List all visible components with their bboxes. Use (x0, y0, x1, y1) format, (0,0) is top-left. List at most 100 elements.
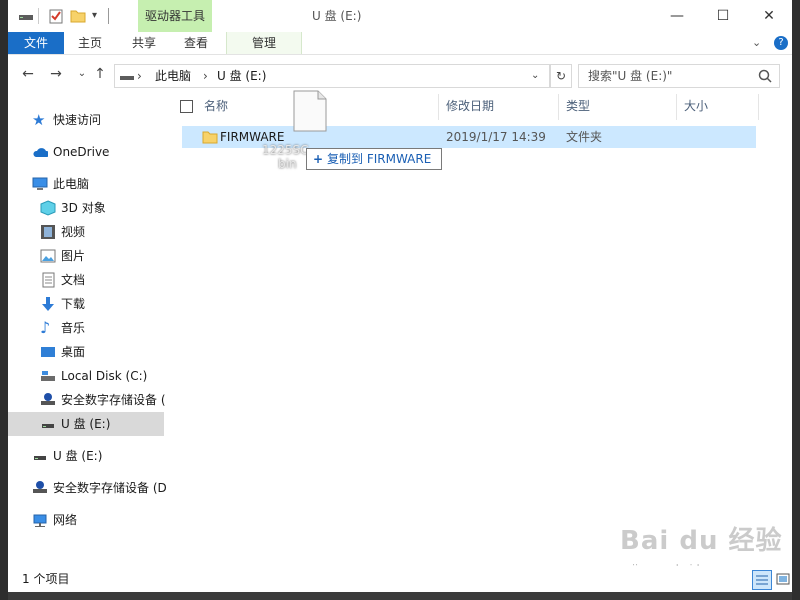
maximize-button[interactable]: ☐ (700, 0, 746, 32)
back-arrow-icon[interactable]: ← (16, 62, 40, 86)
nav-item-usb-drive[interactable]: U 盘 (E:) (8, 444, 164, 468)
download-icon (42, 297, 54, 311)
nav-item-label: 安全数字存储设备 ( (61, 393, 166, 407)
star-icon: ★ (32, 111, 46, 129)
dragged-file-icon (293, 90, 327, 132)
nav-item-label: Local Disk (C:) (61, 369, 148, 383)
address-dropdown-icon[interactable]: ⌄ (531, 65, 539, 87)
desktop-background-left (0, 0, 8, 600)
breadcrumb-usb-drive[interactable]: U 盘 (E:) (217, 65, 266, 87)
drag-tooltip-label: 复制到 FIRMWARE (327, 152, 432, 166)
column-divider[interactable] (558, 94, 559, 120)
nav-item-label: U 盘 (E:) (61, 417, 111, 431)
nav-item-label: OneDrive (53, 145, 110, 159)
nav-item-videos[interactable]: 视频 (8, 220, 164, 244)
nav-item-sd-card-d[interactable]: 安全数字存储设备 (D (8, 476, 167, 500)
dragged-file-name-line2: bin (278, 157, 297, 171)
file-modified: 2019/1/17 14:39 (446, 130, 546, 144)
nav-item-3d-objects[interactable]: 3D 对象 (8, 196, 164, 220)
column-divider[interactable] (758, 94, 759, 120)
quick-access-dropdown-icon[interactable]: ▾ (92, 10, 97, 21)
status-bar: 1 个项目 (8, 566, 792, 592)
drive-icon (19, 15, 33, 20)
search-icon[interactable] (757, 68, 773, 84)
column-divider[interactable] (676, 94, 677, 120)
watermark-brand: Bai du 经验 (620, 526, 783, 556)
drive-icon (120, 76, 134, 80)
desktop-background-right (792, 0, 800, 600)
nav-item-local-disk-c[interactable]: Local Disk (C:) (8, 364, 164, 388)
refresh-icon[interactable]: ↻ (550, 64, 572, 88)
properties-icon[interactable] (48, 8, 64, 24)
drag-tooltip: + 复制到 FIRMWARE (306, 148, 442, 170)
help-icon[interactable]: ? (774, 36, 788, 50)
nav-item-label: 下载 (61, 297, 86, 311)
music-icon: ♪ (40, 318, 51, 337)
nav-item-sd-card[interactable]: 安全数字存储设备 ( (8, 388, 166, 412)
desktop-icon (41, 347, 55, 357)
pictures-icon (40, 249, 56, 263)
large-icons-view-icon[interactable] (774, 570, 792, 588)
nav-item-label: 3D 对象 (61, 201, 106, 215)
video-icon (41, 225, 55, 239)
new-folder-icon[interactable] (70, 8, 86, 24)
sd-card-icon (33, 481, 47, 493)
tab-share[interactable]: 共享 (122, 32, 166, 54)
minimize-button[interactable]: — (654, 0, 700, 32)
nav-item-label: U 盘 (E:) (53, 449, 103, 463)
navigation-pane: ★ 快速访问 OneDrive 此电脑 3D 对象 视频 图片 文档 下载 ♪ … (8, 96, 167, 566)
nav-item-network[interactable]: 网络 (8, 508, 164, 532)
plus-icon: + (313, 152, 324, 166)
tab-view[interactable]: 查看 (174, 32, 218, 54)
search-placeholder: 搜索"U 盘 (E:)" (588, 69, 673, 83)
column-header-size[interactable]: 大小 (684, 90, 708, 122)
select-all-checkbox[interactable] (180, 100, 193, 113)
toolbar-separator (38, 8, 39, 24)
nav-item-label: 图片 (61, 249, 86, 263)
usb-drive-icon (42, 424, 54, 428)
nav-item-pictures[interactable]: 图片 (8, 244, 164, 268)
nav-item-music[interactable]: ♪ 音乐 (8, 316, 164, 340)
computer-icon (32, 177, 48, 190)
column-header-name[interactable]: 名称 (204, 90, 228, 122)
contextual-tab-group-header: 驱动器工具 (138, 0, 212, 32)
column-header-modified[interactable]: 修改日期 (446, 90, 494, 122)
address-bar[interactable]: › 此电脑 › U 盘 (E:) ⌄ (114, 64, 550, 88)
nav-item-onedrive[interactable]: OneDrive (8, 140, 164, 164)
dragged-file-name-line1: 1225SC (262, 143, 309, 157)
column-divider[interactable] (438, 94, 439, 120)
nav-item-label: 安全数字存储设备 (D (53, 481, 167, 495)
cloud-icon (33, 148, 48, 157)
breadcrumb-this-pc[interactable]: 此电脑 (155, 65, 191, 87)
tab-home[interactable]: 主页 (68, 32, 112, 54)
nav-item-label: 视频 (61, 225, 86, 239)
nav-item-usb-drive-selected[interactable]: U 盘 (E:) (8, 412, 164, 436)
tab-file[interactable]: 文件 (8, 32, 64, 54)
up-arrow-icon[interactable]: ↑ (88, 62, 112, 86)
details-view-icon[interactable] (752, 570, 772, 590)
nav-item-label: 音乐 (61, 321, 86, 335)
tab-manage[interactable]: 管理 (226, 32, 302, 54)
nav-item-downloads[interactable]: 下载 (8, 292, 164, 316)
breadcrumb-separator-icon[interactable]: › (203, 65, 208, 87)
folder-icon (202, 131, 218, 144)
nav-item-label: 快速访问 (53, 113, 102, 127)
breadcrumb-separator-icon[interactable]: › (137, 65, 142, 87)
nav-item-quick-access[interactable]: ★ 快速访问 (8, 108, 164, 132)
column-header-type[interactable]: 类型 (566, 90, 590, 122)
nav-item-documents[interactable]: 文档 (8, 268, 164, 292)
file-explorer-window: ▾ 驱动器工具 U 盘 (E:) — ☐ ✕ 文件 主页 共享 查看 管理 ⌄ … (8, 0, 792, 592)
forward-arrow-icon[interactable]: → (44, 62, 68, 86)
nav-item-label: 网络 (53, 513, 78, 527)
drive-icon (41, 371, 55, 381)
window-title: U 盘 (E:) (312, 9, 362, 23)
nav-item-this-pc[interactable]: 此电脑 (8, 172, 164, 196)
expand-ribbon-icon[interactable]: ⌄ (752, 36, 761, 49)
close-button[interactable]: ✕ (746, 0, 792, 32)
nav-item-desktop[interactable]: 桌面 (8, 340, 164, 364)
3d-objects-icon (40, 200, 56, 216)
documents-icon (42, 272, 55, 288)
search-input[interactable]: 搜索"U 盘 (E:)" (578, 64, 780, 88)
sd-card-icon (41, 393, 55, 405)
nav-item-label: 此电脑 (53, 177, 90, 191)
